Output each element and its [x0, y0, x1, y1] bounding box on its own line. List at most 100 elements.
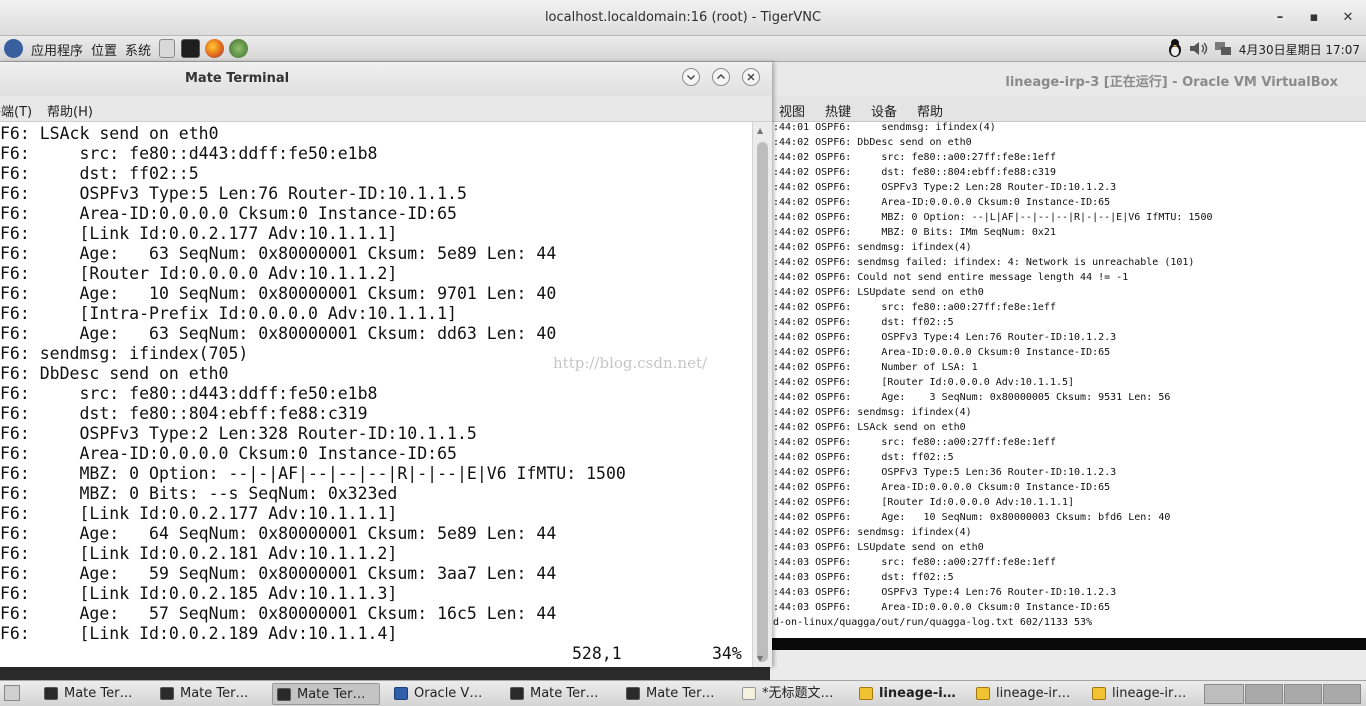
terminal-line: F6: [Link Id:0.0.2.189 Adv:10.1.1.4]: [0, 624, 398, 643]
vm-log-line: :44:02 OSPF6: dst: ff02::5: [773, 317, 954, 328]
virtualbox-statusbar: [770, 650, 1366, 680]
vm-log-line: :44:02 OSPF6: dst: ff02::5: [773, 452, 954, 463]
maximize-button[interactable]: ▪: [1302, 6, 1326, 30]
text-editor-launcher-icon[interactable]: [159, 39, 175, 58]
vm-log-line: :44:02 OSPF6: LSUpdate send on eth0: [773, 287, 984, 298]
menu-terminal[interactable]: 终端(T): [0, 101, 32, 120]
workspace-3[interactable]: [1284, 684, 1322, 704]
places-menu[interactable]: 位置: [91, 40, 117, 59]
vm-log-line: :44:02 OSPF6: MBZ: 0 Bits: IMm SeqNum: 0…: [773, 227, 1056, 238]
task-lineage-3[interactable]: lineage-ir…: [1088, 683, 1200, 705]
terminal-close-button[interactable]: [742, 68, 760, 86]
watermark: http://blog.csdn.net/: [553, 354, 708, 372]
vm-log-line: :44:02 OSPF6: Area-ID:0.0.0.0 Cksum:0 In…: [773, 347, 1111, 358]
network-launcher-icon[interactable]: [229, 39, 248, 58]
terminal-scrollbar[interactable]: ▲ ▼: [752, 122, 772, 667]
task-text-editor[interactable]: *无标题文…: [738, 683, 850, 705]
minimize-button[interactable]: –: [1268, 6, 1292, 30]
vm-log-line: :44:02 OSPF6: LSAck send on eth0: [773, 422, 966, 433]
terminal-launcher-icon[interactable]: [181, 39, 200, 58]
vm-log-line: :44:02 OSPF6: Area-ID:0.0.0.0 Cksum:0 In…: [773, 197, 1111, 208]
virtualbox-title: lineage-irp-3 [正在运行] - Oracle VM Virtual…: [1005, 75, 1338, 90]
terminal-minimize-button[interactable]: [682, 68, 700, 86]
vm-log-line: :44:03 OSPF6: dst: ff02::5: [773, 572, 954, 583]
vm-log-line: :44:02 OSPF6: sendmsg: ifindex(4): [773, 407, 972, 418]
terminal-line: F6: Age: 64 SeqNum: 0x80000001 Cksum: 5e…: [0, 524, 557, 543]
task-mate-terminal-4[interactable]: Mate Ter…: [506, 683, 618, 705]
virtualbox-icon: [394, 687, 408, 700]
chevron-up-icon: [717, 74, 725, 79]
terminal-line: F6: src: fe80::d443:ddff:fe50:e1b8: [0, 144, 378, 163]
task-mate-terminal-5[interactable]: Mate Ter…: [622, 683, 734, 705]
terminal-line: F6: sendmsg: ifindex(705): [0, 344, 249, 363]
terminal-title-bar[interactable]: Mate Terminal: [0, 62, 772, 96]
network-status-icon[interactable]: [1213, 39, 1233, 58]
scroll-up-arrow-icon[interactable]: ▲: [757, 126, 763, 135]
terminal-output: F6: LSAck send on eth0 F6: src: fe80::d44…: [0, 124, 626, 644]
menu-hotkeys[interactable]: 热键: [825, 101, 851, 120]
terminal-maximize-button[interactable]: [712, 68, 730, 86]
vm-log-line: :44:01 OSPF6: sendmsg: ifindex(4): [773, 122, 996, 133]
terminal-icon: [44, 687, 58, 700]
workspace-2[interactable]: [1245, 684, 1283, 704]
menu-help[interactable]: 帮助: [917, 101, 943, 120]
mate-logo-icon[interactable]: [4, 39, 23, 58]
vm-icon: [976, 687, 990, 700]
terminal-line: F6: Age: 10 SeqNum: 0x80000001 Cksum: 97…: [0, 284, 557, 303]
firefox-launcher-icon[interactable]: [205, 39, 224, 58]
vm-screen[interactable]: :44:01 OSPF6: sendmsg: ifindex(4) :44:02 …: [770, 122, 1366, 636]
task-mate-terminal-2[interactable]: Mate Ter…: [156, 683, 268, 705]
terminal-icon: [160, 687, 174, 700]
vm-log-line: :44:02 OSPF6: Area-ID:0.0.0.0 Cksum:0 In…: [773, 482, 1111, 493]
vm-log-line: :44:02 OSPF6: Could not send entire mess…: [773, 272, 1129, 283]
volume-icon[interactable]: [1188, 39, 1210, 58]
show-desktop-icon[interactable]: [4, 685, 20, 701]
applications-menu[interactable]: 应用程序: [31, 40, 83, 59]
scroll-down-arrow-icon[interactable]: ▼: [757, 654, 763, 663]
task-mate-terminal-3[interactable]: Mate Ter…: [272, 683, 380, 705]
scrollbar-thumb[interactable]: [757, 142, 768, 662]
vm-log-line: :44:02 OSPF6: Number of LSA: 1: [773, 362, 978, 373]
menu-view[interactable]: 视图: [779, 101, 805, 120]
workspace-1[interactable]: [1204, 684, 1244, 704]
terminal-content[interactable]: F6: LSAck send on eth0 F6: src: fe80::d44…: [0, 122, 752, 667]
vm-log-line: :44:02 OSPF6: OSPFv3 Type:5 Len:36 Route…: [773, 467, 1117, 478]
terminal-line: F6: Area-ID:0.0.0.0 Cksum:0 Instance-ID:…: [0, 444, 457, 463]
vm-screen-border: [770, 638, 1366, 650]
vm-log-line: :44:02 OSPF6: OSPFv3 Type:2 Len:28 Route…: [773, 182, 1117, 193]
terminal-line: F6: [Router Id:0.0.0.0 Adv:10.1.1.2]: [0, 264, 398, 283]
bottom-taskbar: Mate Ter… Mate Ter… Mate Ter… Oracle V… …: [0, 680, 1366, 706]
vm-log-line: :44:02 OSPF6: [Router Id:0.0.0.0 Adv:10.…: [773, 377, 1075, 388]
cursor-position: 528,1: [572, 644, 622, 663]
vnc-window-title: localhost.localdomain:16 (root) - TigerV…: [544, 10, 822, 25]
terminal-line: F6: DbDesc send on eth0: [0, 364, 229, 383]
menu-help[interactable]: 帮助(H): [47, 101, 93, 120]
task-oracle-virtualbox[interactable]: Oracle V…: [390, 683, 502, 705]
vm-log-line: :44:02 OSPF6: DbDesc send on eth0: [773, 137, 972, 148]
vm-log-line: :44:03 OSPF6: OSPFv3 Type:4 Len:76 Route…: [773, 587, 1117, 598]
terminal-line: F6: OSPFv3 Type:5 Len:76 Router-ID:10.1.…: [0, 184, 467, 203]
workspace-4[interactable]: [1323, 684, 1361, 704]
terminal-line: F6: [Link Id:0.0.2.181 Adv:10.1.1.2]: [0, 544, 398, 563]
terminal-line: F6: dst: fe80::804:ebff:fe88:c319: [0, 404, 368, 423]
virtualbox-menubar: 视图 热键 设备 帮助: [770, 96, 1366, 122]
terminal-icon: [277, 688, 291, 701]
task-mate-terminal-1[interactable]: Mate Ter…: [40, 683, 152, 705]
tux-icon[interactable]: [1166, 39, 1184, 58]
task-lineage-2[interactable]: lineage-ir…: [972, 683, 1084, 705]
system-menu[interactable]: 系统: [125, 40, 151, 59]
close-button[interactable]: ✕: [1336, 6, 1360, 30]
scroll-percent: 34%: [712, 644, 742, 663]
terminal-title: Mate Terminal: [185, 71, 290, 86]
virtualbox-title-bar[interactable]: lineage-irp-3 [正在运行] - Oracle VM Virtual…: [770, 62, 1366, 96]
terminal-icon: [626, 687, 640, 700]
menu-devices[interactable]: 设备: [871, 101, 897, 120]
terminal-line: F6: Age: 63 SeqNum: 0x80000001 Cksum: dd…: [0, 324, 557, 343]
vm-log-line: :44:02 OSPF6: [Router Id:0.0.0.0 Adv:10.…: [773, 497, 1075, 508]
vm-log-line: :44:03 OSPF6: LSUpdate send on eth0: [773, 542, 984, 553]
clock[interactable]: 4月30日星期日 17:07: [1239, 41, 1360, 58]
vm-icon: [859, 687, 873, 700]
task-lineage-1[interactable]: lineage-i…: [855, 683, 967, 705]
vm-log-line: :44:02 OSPF6: src: fe80::a00:27ff:fe8e:1…: [773, 152, 1056, 163]
vm-log-line: :44:02 OSPF6: Age: 10 SeqNum: 0x80000003…: [773, 512, 1171, 523]
